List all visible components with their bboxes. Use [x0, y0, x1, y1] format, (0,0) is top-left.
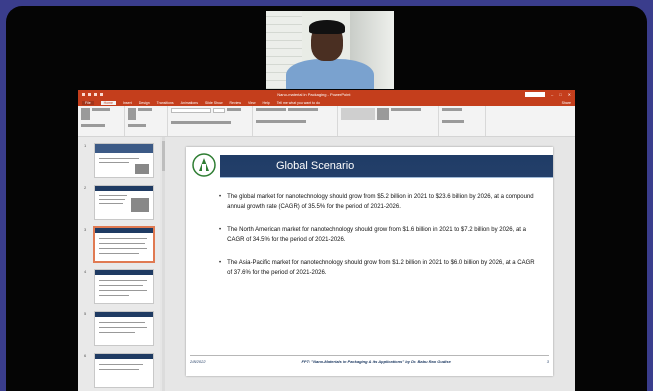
ribbon-group-paragraph[interactable] — [253, 106, 338, 136]
banner-accent-line — [220, 177, 553, 178]
thumbnail-number: 1 — [84, 143, 87, 148]
slide-thumbnail-pane[interactable]: 1 2 3 4 5 6 — [78, 137, 160, 391]
tab-design[interactable]: Design — [139, 101, 150, 105]
ribbon-group-slides[interactable] — [125, 106, 168, 136]
powerpoint-window: Nano-material in Packaging - PowerPoint … — [78, 90, 575, 391]
close-icon[interactable]: ✕ — [568, 92, 571, 97]
thumbnail-scrollbar[interactable] — [162, 137, 165, 391]
bullet-item: • The North American market for nanotechn… — [219, 225, 541, 245]
ribbon-home — [78, 106, 575, 137]
footer-date: 2/8/2022 — [190, 359, 206, 364]
sign-in-button[interactable]: Sign in — [524, 92, 545, 97]
share-button[interactable]: Share — [562, 101, 571, 105]
tell-me-search[interactable]: Tell me what you want to do — [277, 101, 320, 105]
thumbnail-number: 3 — [84, 227, 87, 232]
presenter-webcam — [266, 11, 394, 89]
institution-logo-icon — [192, 153, 216, 177]
ribbon-group-editing[interactable] — [439, 106, 486, 136]
slide-title: Global Scenario — [276, 160, 355, 172]
window-title: Nano-material in Packaging - PowerPoint — [277, 92, 351, 97]
maximize-icon[interactable]: □ — [559, 92, 561, 97]
workspace: 1 2 3 4 5 6 Global Scenario • The global… — [78, 137, 575, 391]
tab-slide-show[interactable]: Slide Show — [205, 101, 223, 105]
tab-file[interactable]: File — [82, 100, 94, 105]
footer-divider — [190, 355, 549, 356]
video-frame: Nano-material in Packaging - PowerPoint … — [6, 6, 647, 391]
quick-access-toolbar[interactable] — [82, 93, 103, 96]
thumbnail-number: 5 — [84, 311, 87, 316]
slide-title-banner: Global Scenario — [220, 155, 553, 177]
thumbnail-number: 2 — [84, 185, 87, 190]
thumbnail-number: 6 — [84, 353, 87, 358]
ribbon-group-clipboard[interactable] — [78, 106, 125, 136]
tab-insert[interactable]: Insert — [123, 101, 132, 105]
bullet-item: • The Asia-Pacific market for nanotechnol… — [219, 258, 541, 278]
title-bar: Nano-material in Packaging - PowerPoint … — [78, 90, 575, 99]
ribbon-tabs: File Home Insert Design Transitions Anim… — [78, 99, 575, 106]
ribbon-group-drawing[interactable] — [338, 106, 439, 136]
thumbnail-number: 4 — [84, 269, 87, 274]
bullet-text: The North American market for nanotechno… — [227, 227, 526, 243]
tab-animations[interactable]: Animations — [181, 101, 198, 105]
slide-bullet-list: • The global market for nanotechnology sh… — [219, 192, 541, 291]
tab-review[interactable]: Review — [230, 101, 241, 105]
footer-text: FPT: "Nano-Materials in Packaging & its … — [301, 359, 451, 364]
bullet-text: The Asia-Pacific market for nanotechnolo… — [227, 260, 535, 276]
slide-number: 3 — [546, 359, 549, 364]
ribbon-group-font[interactable] — [168, 106, 253, 136]
slide-footer: 2/8/2022 FPT: "Nano-Materials in Packagi… — [190, 359, 549, 364]
bullet-item: • The global market for nanotechnology sh… — [219, 192, 541, 212]
slide-canvas[interactable]: Global Scenario • The global market for n… — [186, 147, 553, 376]
bullet-text: The global market for nanotechnology sho… — [227, 194, 534, 210]
tab-transitions[interactable]: Transitions — [157, 101, 174, 105]
tab-help[interactable]: Help — [263, 101, 270, 105]
minimize-icon[interactable]: – — [551, 92, 553, 97]
tab-view[interactable]: View — [248, 101, 256, 105]
tab-home[interactable]: Home — [100, 100, 116, 105]
